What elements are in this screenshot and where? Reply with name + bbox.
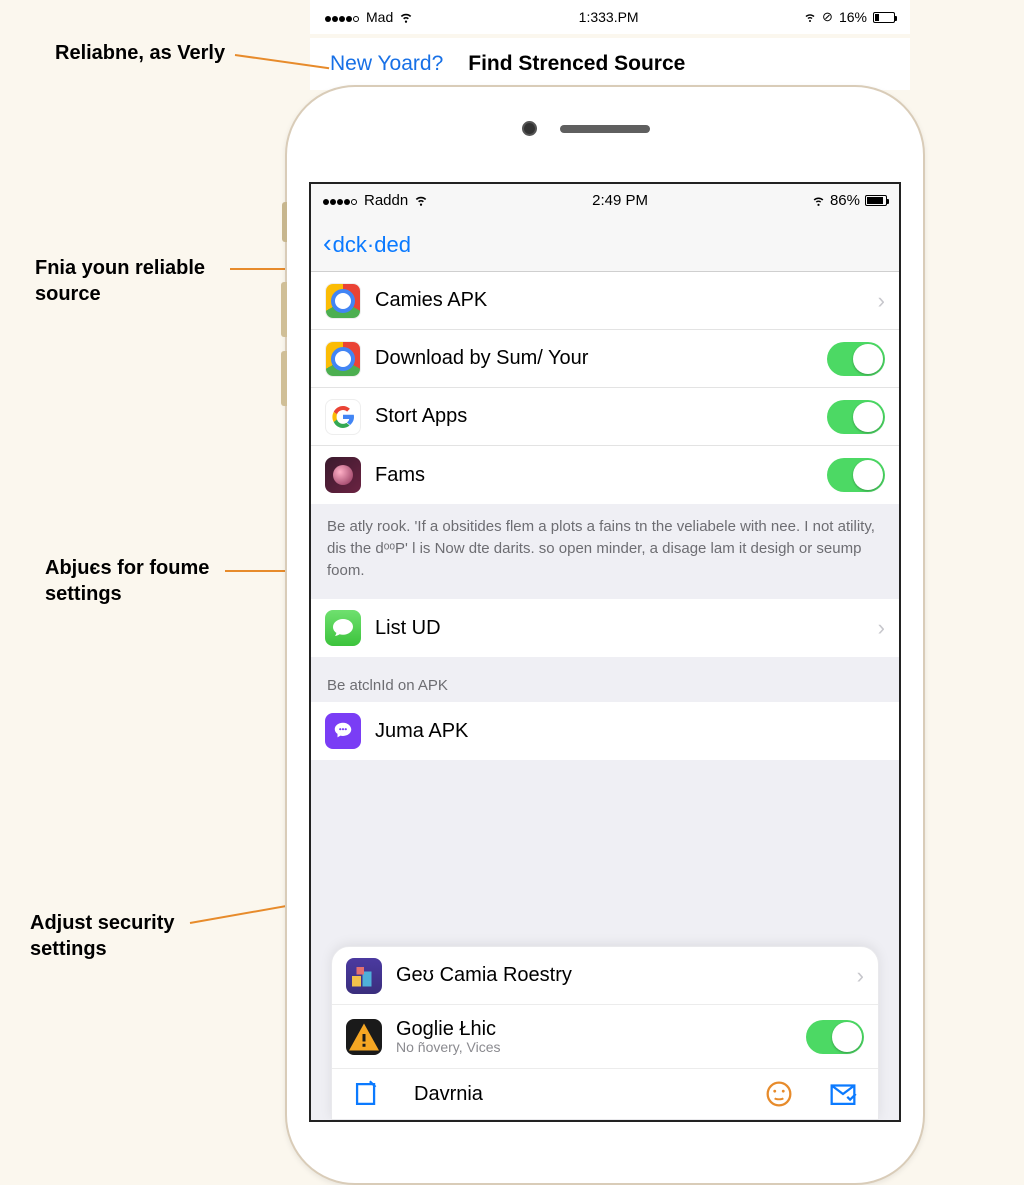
speaker-grille-icon [560,125,650,133]
row-camies-apk[interactable]: Camies APK › [311,272,899,330]
callout-reliable: Reliabne, as Verly [55,40,225,66]
phone-frame: Raddn 2:49 PM 86% ‹dck·ded Camies APK › [285,85,925,1185]
chevron-right-icon: › [878,288,885,314]
wifi-icon [399,10,413,24]
signal-dots-icon [323,192,358,209]
row-goglie-subtitle: No ñovery, Vices [396,1039,792,1055]
chrome-icon [325,283,361,319]
row-goglie[interactable]: Goglie Łhic No ñovery, Vices [332,1005,878,1069]
wifi-icon [804,11,816,23]
outer-carrier-label: Mad [366,9,393,25]
fams-icon [325,457,361,493]
ges-icon [346,958,382,994]
toggle-fams[interactable] [827,458,885,492]
front-camera-icon [522,121,537,136]
callout-source: Fnia youn reliablesource [35,255,205,307]
phone-screen: Raddn 2:49 PM 86% ‹dck·ded Camies APK › [309,182,901,1122]
callout-foume: Abjuєs for foumesettings [45,555,209,607]
tab-check-icon[interactable] [826,1077,860,1111]
chrome-icon [325,341,361,377]
outer-status-bar: Mad 1:333.PM ⊘ 16% [310,0,910,34]
google-icon [325,399,361,435]
tab-face-icon[interactable] [762,1077,796,1111]
status-time: 2:49 PM [592,192,648,209]
settings-group-1: Camies APK › Download by Sum/ Your Stort… [311,272,899,504]
outer-battery-pct: 16% [839,9,867,25]
messages-icon [325,610,361,646]
toggle-goglie[interactable] [806,1020,864,1054]
tab-compose-icon[interactable] [350,1077,384,1111]
group-3-header: Be atclnId on APK [311,657,899,702]
wifi-icon [812,194,825,207]
settings-group-2: List UD › [311,599,899,657]
row-ges-camia[interactable]: Geʊ Camia Roestry › [332,947,878,1005]
heading-title: Find Strenced Source [468,52,685,76]
battery-icon [865,195,887,206]
toggle-download[interactable] [827,342,885,376]
settings-group-3: Juma APK [311,702,899,760]
battery-pct: 86% [830,192,860,209]
carrier-label: Raddn [364,192,408,209]
bottom-card: Geʊ Camia Roestry › Goglie Łhic No ñover… [331,946,879,1120]
chevron-right-icon: › [857,963,864,989]
signal-dots-icon [325,9,360,25]
heading-link[interactable]: New Yoard? [330,52,443,76]
chevron-right-icon: › [878,615,885,641]
toggle-stort[interactable] [827,400,885,434]
article-heading: New Yoard? Find Strenced Source [310,38,910,90]
nav-bar: ‹dck·ded [311,216,899,272]
row-list-ud[interactable]: List UD › [311,599,899,657]
wifi-icon [414,193,428,207]
row-fams[interactable]: Fams [311,446,899,504]
tab-bar: Davrnia [332,1069,878,1119]
juma-icon [325,713,361,749]
row-juma-apk[interactable]: Juma APK [311,702,899,760]
battery-icon [873,12,895,23]
group-1-footer: Be atly rook. 'If a obsitides flem a plo… [311,504,899,599]
back-button[interactable]: ‹dck·ded [323,228,411,259]
chevron-left-icon: ‹ [323,228,332,258]
outer-time: 1:333.PM [579,9,639,25]
callout-security: Adjust securitysettings [30,910,174,962]
row-davrnia[interactable]: Davrnia [414,1083,732,1106]
row-stort-apps[interactable]: Stort Apps [311,388,899,446]
row-download-by[interactable]: Download by Sum/ Your [311,330,899,388]
status-bar: Raddn 2:49 PM 86% [311,184,899,216]
